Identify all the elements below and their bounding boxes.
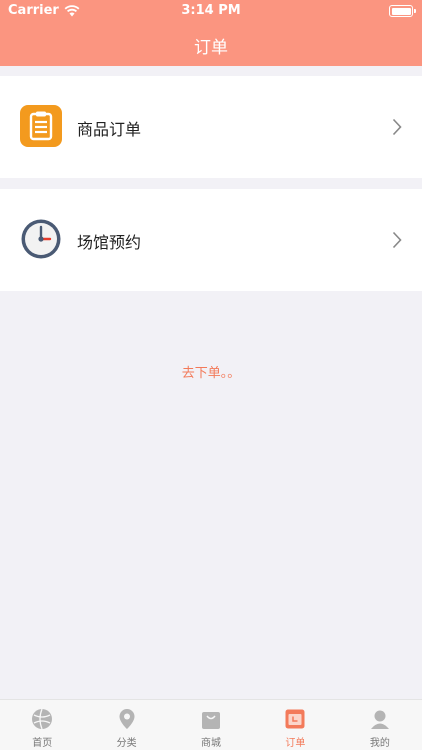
location-pin-icon xyxy=(119,709,135,729)
ball-icon xyxy=(32,708,53,730)
place-order-link[interactable]: 去下单。。 xyxy=(0,362,422,381)
tab-label: 分类 xyxy=(116,738,137,749)
tab-label: 我的 xyxy=(369,738,390,749)
tab-label: 首页 xyxy=(32,738,53,749)
tab-category[interactable]: 分类 xyxy=(84,700,168,750)
tab-mall[interactable]: 商城 xyxy=(169,700,253,750)
page-title: 订单 xyxy=(194,38,228,58)
tab-mine[interactable]: 我的 xyxy=(338,700,422,750)
goods-order-row[interactable]: 商品订单 xyxy=(0,76,422,178)
chevron-right-icon xyxy=(392,118,402,136)
tab-label: 订单 xyxy=(285,738,306,749)
status-time: 3:14 PM xyxy=(181,3,241,18)
shopping-bag-icon xyxy=(202,712,221,729)
tab-bar: 首页 分类 商城 订单 我的 xyxy=(0,699,422,750)
header: Carrier 3:14 PM 订单 xyxy=(0,0,422,66)
tab-home[interactable]: 首页 xyxy=(0,700,84,750)
clock-icon xyxy=(21,219,61,259)
tab-order[interactable]: 订单 xyxy=(253,700,337,750)
order-icon xyxy=(285,709,305,729)
user-icon xyxy=(370,710,389,729)
battery-icon xyxy=(389,5,416,17)
clipboard-icon xyxy=(20,105,62,147)
goods-order-label: 商品订单 xyxy=(77,120,142,139)
status-bar: Carrier 3:14 PM xyxy=(0,0,422,22)
venue-booking-label: 场馆预约 xyxy=(77,233,142,252)
tab-label: 商城 xyxy=(201,738,222,749)
venue-booking-row[interactable]: 场馆预约 xyxy=(0,189,422,291)
chevron-right-icon xyxy=(392,231,402,249)
